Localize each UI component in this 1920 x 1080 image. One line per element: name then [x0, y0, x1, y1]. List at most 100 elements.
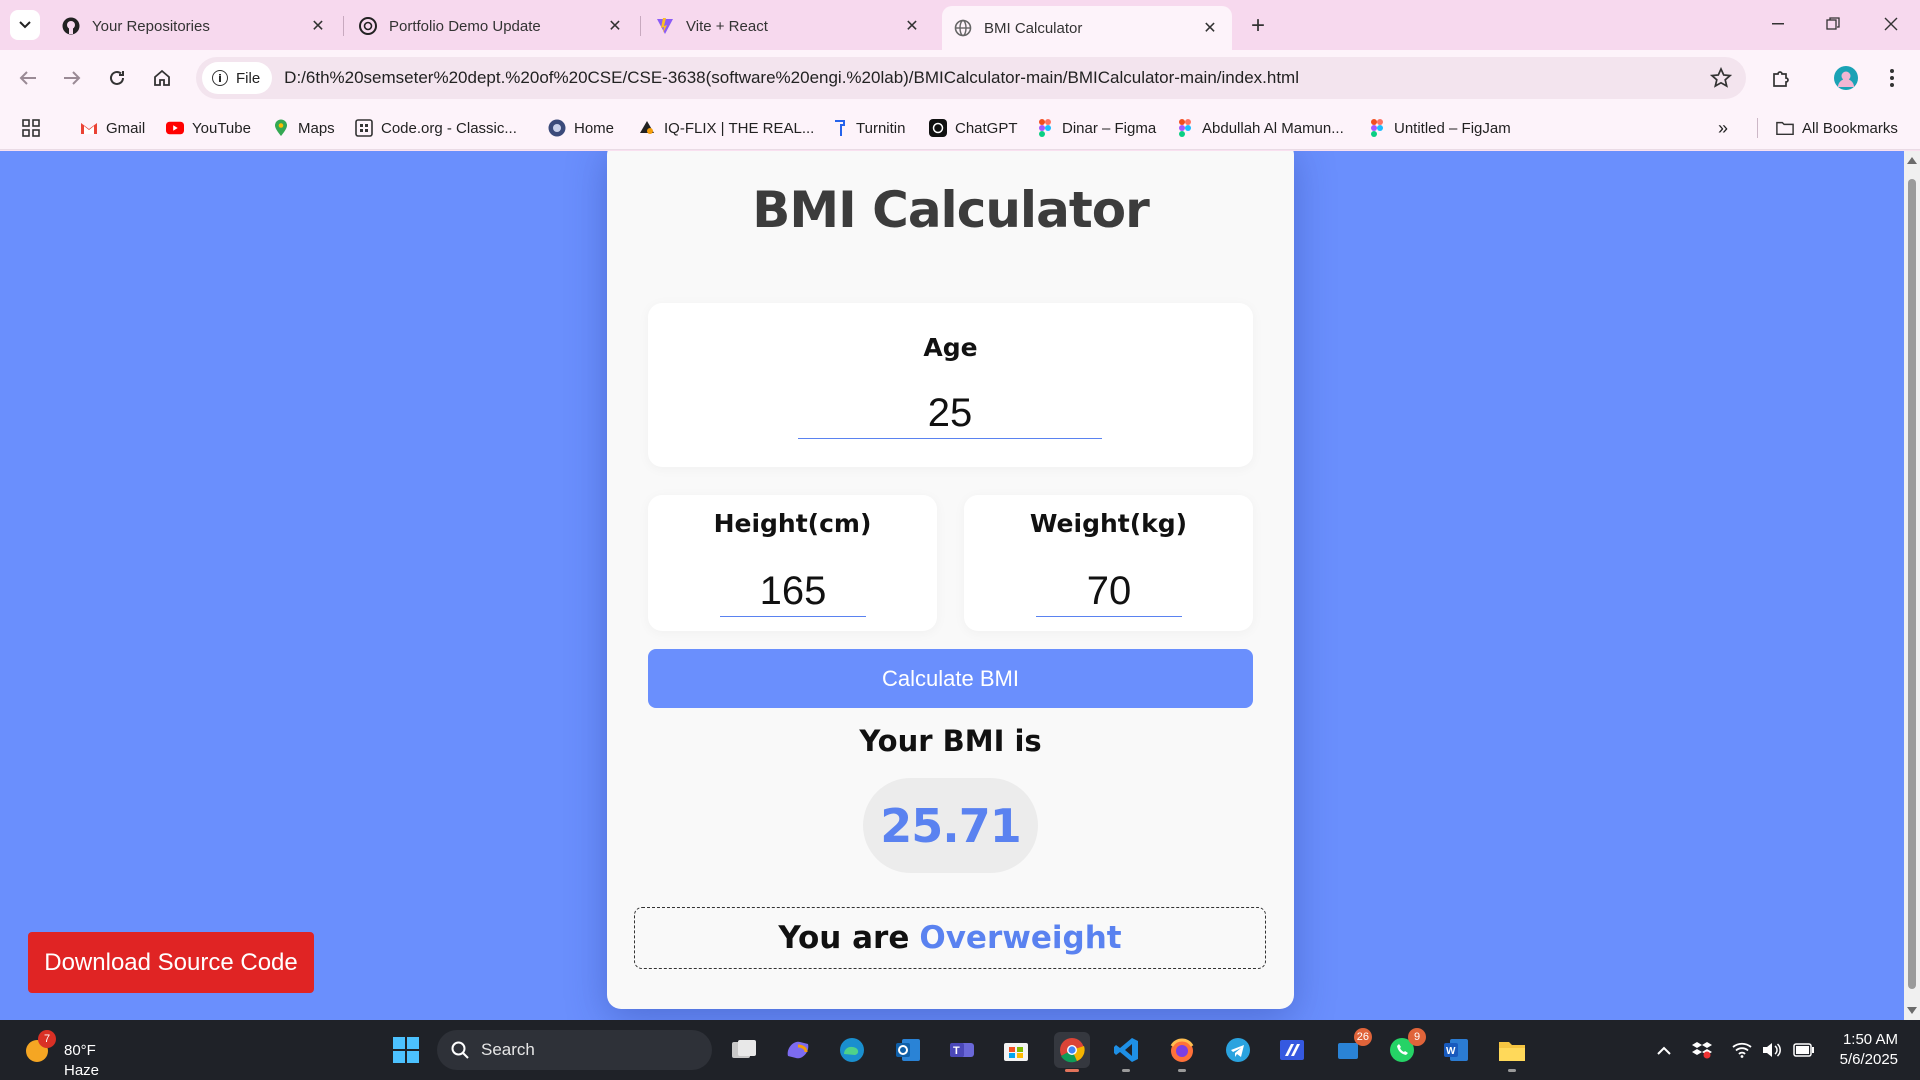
age-input[interactable] — [798, 389, 1102, 439]
chrome-taskbar-icon[interactable] — [1054, 1032, 1090, 1072]
chrome-menu-button[interactable] — [1876, 62, 1908, 94]
status-category: Overweight — [919, 920, 1122, 956]
close-tab-icon[interactable]: ✕ — [605, 16, 625, 36]
weather-temp: 80°F — [64, 1042, 96, 1059]
github-icon — [62, 17, 80, 35]
bookmark-turnitin[interactable]: Turnitin — [830, 116, 905, 140]
turnitin-icon — [830, 119, 848, 137]
more-bookmarks-button[interactable]: » — [1718, 116, 1728, 140]
back-button[interactable] — [12, 62, 44, 94]
whatsapp-icon[interactable]: 9 — [1384, 1028, 1426, 1068]
close-tab-icon[interactable]: ✕ — [308, 16, 328, 36]
windows-taskbar: 7 80°F Haze Search T 26 9 W 1:50 AM 5/6/… — [0, 1020, 1920, 1080]
copilot-icon[interactable] — [780, 1032, 816, 1068]
browser-toolbar: i File D:/6th%20semseter%20dept.%20of%20… — [0, 50, 1920, 106]
bookmark-label: Untitled – FigJam — [1394, 119, 1511, 137]
show-hidden-icons-chevron-icon[interactable] — [1652, 1038, 1676, 1062]
file-explorer-icon[interactable] — [1494, 1032, 1530, 1072]
bookmark-maps[interactable]: Maps — [272, 116, 335, 140]
wifi-icon[interactable] — [1730, 1038, 1754, 1062]
all-bookmarks-button[interactable]: All Bookmarks — [1776, 116, 1898, 140]
extensions-button[interactable] — [1765, 62, 1797, 94]
taskbar-clock[interactable]: 1:50 AM 5/6/2025 — [1840, 1030, 1898, 1070]
bookmark-chatgpt[interactable]: ChatGPT — [929, 116, 1018, 140]
notification-badge: 26 — [1353, 1028, 1372, 1046]
bookmark-home[interactable]: Home — [548, 116, 614, 140]
forward-button[interactable] — [56, 62, 88, 94]
telegram-icon[interactable] — [1220, 1032, 1256, 1068]
teams-icon[interactable]: T — [944, 1032, 980, 1068]
running-app-indicator — [1178, 1069, 1186, 1072]
battery-icon[interactable] — [1792, 1038, 1816, 1062]
bookmark-untitled-figjam[interactable]: Untitled – FigJam — [1368, 116, 1511, 140]
tab-your-repositories[interactable]: Your Repositories ✕ — [50, 8, 340, 44]
firefox-icon[interactable] — [1164, 1032, 1200, 1072]
word-icon[interactable]: W — [1438, 1032, 1474, 1068]
bookmark-label: Code.org - Classic... — [381, 119, 517, 137]
reload-button[interactable] — [101, 62, 133, 94]
apps-button[interactable] — [22, 116, 48, 140]
task-view-icon[interactable] — [726, 1032, 762, 1068]
tab-bmi-calculator[interactable]: BMI Calculator ✕ — [942, 6, 1232, 50]
tab-search-button[interactable] — [10, 10, 40, 40]
power-automate-icon[interactable] — [1274, 1032, 1310, 1068]
scrollbar-thumb[interactable] — [1908, 179, 1916, 989]
codeorg-icon — [355, 119, 373, 137]
weight-label: Weight(kg) — [1029, 509, 1188, 538]
scroll-down-arrow-icon[interactable] — [1907, 1007, 1917, 1014]
height-box: Height(cm) — [648, 495, 937, 631]
bookmark-label: Home — [574, 119, 615, 137]
scroll-up-arrow-icon[interactable] — [1907, 157, 1917, 164]
bookmark-star-icon[interactable] — [1710, 67, 1732, 89]
minimize-button[interactable] — [1755, 8, 1801, 40]
vscode-icon[interactable] — [1108, 1032, 1144, 1072]
start-button[interactable] — [388, 1032, 424, 1068]
new-tab-button[interactable]: + — [1244, 12, 1272, 40]
site-info-chip[interactable]: i File — [202, 62, 273, 94]
bookmark-abdullah-figma[interactable]: Abdullah Al Mamun... — [1176, 116, 1344, 140]
bmi-status-box: You are Overweight — [634, 907, 1266, 969]
bookmark-code-org[interactable]: Code.org - Classic... — [355, 116, 517, 140]
weather-widget[interactable]: 7 80°F Haze — [20, 1030, 120, 1079]
edge-icon[interactable] — [834, 1032, 870, 1068]
profile-button[interactable] — [1830, 62, 1862, 94]
height-label: Height(cm) — [713, 509, 872, 538]
dropbox-tray-icon[interactable] — [1690, 1038, 1714, 1062]
download-source-button[interactable]: Download Source Code — [28, 932, 314, 993]
height-input[interactable] — [720, 567, 866, 617]
notification-badge: 9 — [1408, 1028, 1426, 1046]
running-app-indicator — [1508, 1069, 1516, 1072]
bookmark-dinar-figma[interactable]: Dinar – Figma — [1036, 116, 1156, 140]
outlook-store-icon[interactable]: 26 — [1330, 1028, 1372, 1068]
tab-portfolio-demo-update[interactable]: Portfolio Demo Update ✕ — [347, 8, 637, 44]
bookmark-youtube[interactable]: YouTube — [166, 116, 251, 140]
close-tab-icon[interactable]: ✕ — [1200, 18, 1220, 38]
address-bar[interactable]: i File D:/6th%20semseter%20dept.%20of%20… — [196, 57, 1746, 99]
tab-title: Vite + React — [686, 17, 768, 35]
site-info-label: File — [236, 69, 261, 87]
weight-box: Weight(kg) — [964, 495, 1253, 631]
tab-title: Your Repositories — [92, 17, 210, 35]
taskbar-search[interactable]: Search — [437, 1030, 712, 1070]
bmi-value: 25.71 — [863, 778, 1038, 873]
microsoft-store-icon[interactable] — [998, 1032, 1034, 1068]
clock-time: 1:50 AM — [1842, 1031, 1898, 1048]
apps-grid-icon — [22, 119, 40, 137]
bookmark-iq-flix[interactable]: IQ-FLIX | THE REAL... — [638, 116, 814, 140]
restore-button[interactable] — [1810, 8, 1856, 40]
calculate-bmi-button[interactable]: Calculate BMI — [648, 649, 1253, 708]
tab-vite-react[interactable]: Vite + React ✕ — [644, 8, 934, 44]
bookmark-gmail[interactable]: Gmail — [80, 116, 145, 140]
close-icon — [1884, 17, 1898, 31]
volume-icon[interactable] — [1760, 1038, 1784, 1062]
weight-input[interactable] — [1036, 567, 1182, 617]
reload-icon — [110, 70, 124, 85]
vertical-scrollbar[interactable] — [1904, 151, 1920, 1020]
url-text[interactable]: D:/6th%20semseter%20dept.%20of%20CSE/CSE… — [284, 68, 1299, 88]
age-box: Age — [648, 303, 1253, 467]
outlook-icon[interactable] — [890, 1032, 926, 1068]
home-button[interactable] — [146, 62, 178, 94]
close-window-button[interactable] — [1868, 8, 1914, 40]
tab-divider — [640, 16, 641, 36]
close-tab-icon[interactable]: ✕ — [902, 16, 922, 36]
